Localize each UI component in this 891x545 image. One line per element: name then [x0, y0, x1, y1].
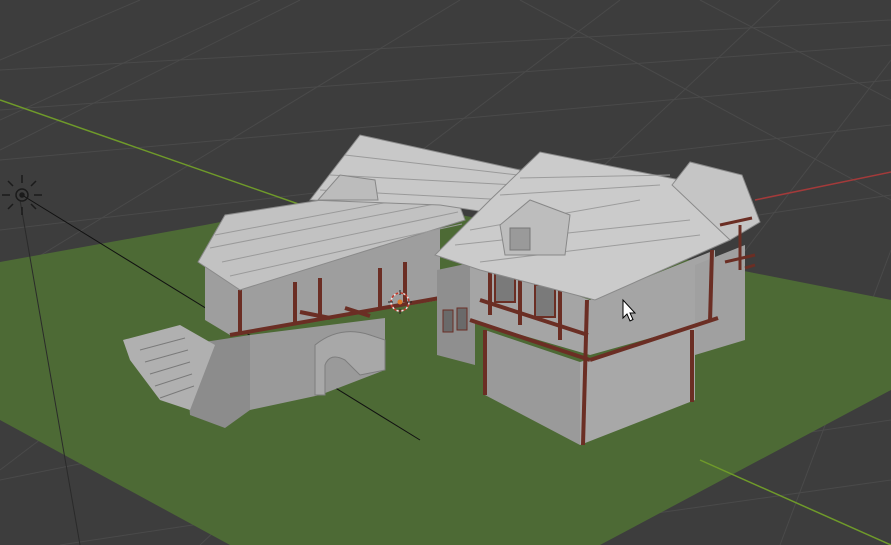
sun-light-icon[interactable] — [2, 175, 42, 215]
tower-window — [456, 307, 468, 331]
object-origin-dot — [397, 299, 403, 305]
3d-viewport[interactable] — [0, 0, 891, 545]
window — [534, 284, 556, 318]
dormer-window — [509, 227, 531, 251]
tower-window — [442, 309, 454, 333]
